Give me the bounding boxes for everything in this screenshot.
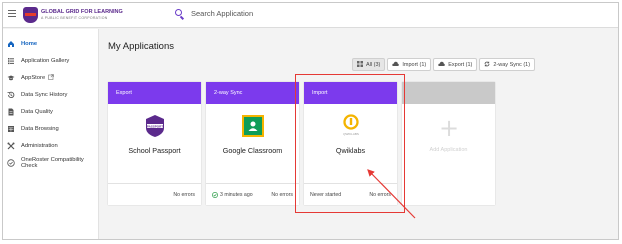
history-icon — [7, 91, 15, 99]
card-error-status: No errors — [173, 192, 195, 198]
sidebar-item-label: Data Quality — [21, 109, 53, 115]
filter-export[interactable]: Export (1) — [433, 58, 478, 71]
sidebar-item-label: AppStore — [21, 75, 46, 81]
filter-label: 2-way Sync (1) — [493, 61, 531, 68]
search-icon[interactable] — [175, 9, 182, 16]
gg4l-logo-icon — [23, 7, 38, 23]
card-empty-header — [402, 82, 495, 104]
sidebar-item-label: Administration — [21, 143, 58, 149]
sidebar-item-appstore[interactable]: AppStore — [3, 70, 99, 86]
sync-icon — [484, 61, 490, 69]
filter-import[interactable]: Import (1) — [387, 58, 432, 71]
passport-badge-text: PASSPORT — [147, 124, 163, 128]
sidebar-item-data-sync-history[interactable]: Data Sync History — [3, 87, 99, 103]
cloud-download-icon — [392, 61, 400, 69]
card-footer: 3 minutes ago No errors — [206, 183, 299, 205]
card-error-status: No errors — [271, 192, 293, 198]
card-body: Google Classroom — [206, 104, 299, 183]
google-classroom-logo — [241, 114, 265, 138]
filter-label: Import (1) — [402, 61, 427, 68]
card-body: + Add Application — [402, 104, 495, 183]
search-input[interactable] — [191, 9, 391, 18]
add-application-label: Add Application — [429, 147, 468, 153]
top-bar: GLOBAL GRID FOR LEARNING A PUBLIC BENEFI… — [3, 3, 618, 28]
card-last-sync-text: 3 minutes ago — [220, 192, 253, 198]
sidebar-item-administration[interactable]: Administration — [3, 138, 99, 154]
sidebar-item-home[interactable]: Home — [3, 36, 99, 52]
table-icon — [7, 125, 15, 133]
grid-icon — [357, 60, 363, 69]
tools-icon — [7, 142, 15, 150]
plus-icon: + — [439, 114, 460, 142]
filter-bar: All (3) Import (1) Export (1) 2-way Sync… — [352, 58, 536, 71]
external-link-icon — [48, 74, 54, 82]
menu-icon[interactable] — [8, 10, 16, 18]
filter-label: All (3) — [366, 61, 381, 68]
cloud-upload-icon — [438, 61, 446, 69]
sidebar-item-label: OneRoster Compatibility Check — [21, 157, 84, 169]
logo-text: GLOBAL GRID FOR LEARNING A PUBLIC BENEFI… — [41, 9, 123, 21]
card-body: PASSPORT School Passport — [108, 104, 201, 183]
file-icon — [7, 108, 15, 116]
card-last-sync: 3 minutes ago — [212, 192, 253, 198]
page-title: My Applications — [108, 41, 175, 52]
hat-icon — [7, 74, 15, 82]
check-icon — [7, 159, 15, 167]
sidebar: Home Application Gallery AppStore Data S… — [3, 29, 99, 239]
app-card-google-classroom[interactable]: 2-way Sync Google Classroom 3 minutes ag… — [206, 82, 299, 205]
sidebar-item-label: Home — [21, 41, 38, 47]
sidebar-item-oneroster-check[interactable]: OneRoster Compatibility Check — [3, 155, 99, 171]
filter-all[interactable]: All (3) — [352, 58, 386, 71]
card-type-header: Export — [108, 82, 201, 104]
card-type-header: 2-way Sync — [206, 82, 299, 104]
card-app-name: Google Classroom — [222, 146, 283, 155]
check-circle-icon — [212, 192, 218, 198]
logo-subtitle: A PUBLIC BENEFIT CORPORATION — [41, 16, 108, 20]
sidebar-item-data-quality[interactable]: Data Quality — [3, 104, 99, 120]
list-icon — [7, 57, 15, 65]
add-application-card[interactable]: + Add Application — [402, 82, 495, 205]
sidebar-item-label: Application Gallery — [21, 58, 70, 64]
card-app-name: School Passport — [128, 146, 181, 155]
filter-two-way-sync[interactable]: 2-way Sync (1) — [479, 58, 536, 71]
school-passport-logo: PASSPORT — [144, 114, 166, 138]
app-window: GLOBAL GRID FOR LEARNING A PUBLIC BENEFI… — [2, 2, 619, 240]
highlight-box — [295, 74, 405, 213]
card-footer: No errors — [108, 183, 201, 205]
sidebar-item-application-gallery[interactable]: Application Gallery — [3, 53, 99, 69]
sidebar-item-label: Data Browsing — [21, 126, 59, 132]
filter-label: Export (1) — [448, 61, 473, 68]
sidebar-item-data-browsing[interactable]: Data Browsing — [3, 121, 99, 137]
app-card-school-passport[interactable]: Export PASSPORT School Passport No error… — [108, 82, 201, 205]
home-icon — [7, 40, 15, 48]
sidebar-item-label: Data Sync History — [21, 92, 68, 98]
